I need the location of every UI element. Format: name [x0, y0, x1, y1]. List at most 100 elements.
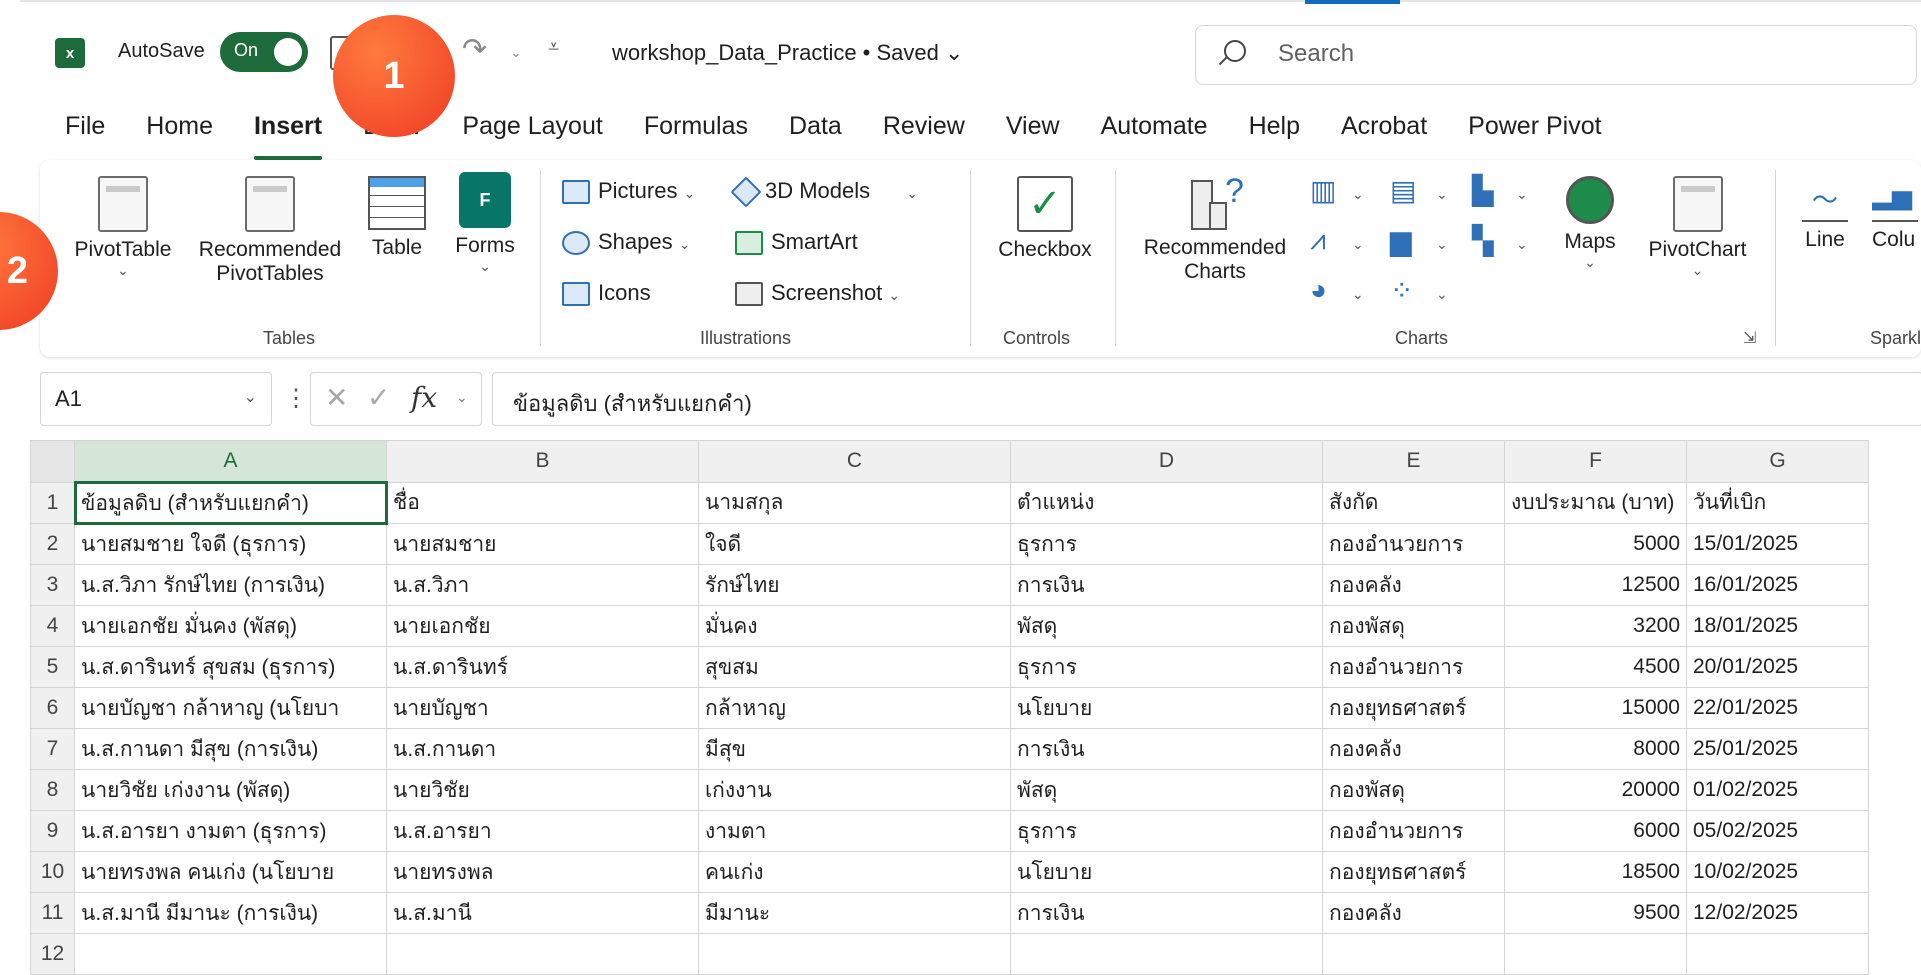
tab-data[interactable]: Data — [789, 112, 842, 152]
row-header[interactable]: 10 — [30, 851, 75, 893]
row-header[interactable]: 4 — [30, 605, 75, 647]
row-header[interactable]: 12 — [30, 933, 75, 975]
cell-a2[interactable]: นายสมชาย ใจดี (ธุรการ) — [74, 523, 387, 565]
chevron-down-icon[interactable]: ⌄ — [1436, 286, 1448, 303]
column-header-a[interactable]: A — [74, 440, 387, 483]
maps-button[interactable]: Maps ⌄ — [1550, 176, 1630, 271]
cell-d1[interactable]: ตำแหน่ง — [1010, 481, 1323, 524]
cell-a3[interactable]: น.ส.วิภา รักษ์ไทย (การเงิน) — [74, 564, 387, 606]
cell-b9[interactable]: น.ส.อารยา — [386, 810, 699, 852]
cell-g7[interactable]: 25/01/2025 — [1686, 728, 1869, 770]
tab-help[interactable]: Help — [1249, 112, 1300, 152]
forms-button[interactable]: F Forms ⌄ — [445, 172, 525, 275]
insert-function-icon[interactable]: fx — [411, 381, 437, 414]
cell-e9[interactable]: กองอำนวยการ — [1322, 810, 1505, 852]
cell-a12[interactable] — [74, 933, 387, 975]
cell-b5[interactable]: น.ส.ดารินทร์ — [386, 646, 699, 688]
cell-f12[interactable] — [1504, 933, 1687, 975]
smartart-button[interactable]: SmartArt — [735, 229, 858, 256]
cell-e2[interactable]: กองอำนวยการ — [1322, 523, 1505, 565]
3d-models-button[interactable]: 3D Models ⌄ — [730, 176, 918, 208]
recommended-charts-button[interactable]: ? Recommended Charts — [1130, 172, 1300, 284]
cell-c6[interactable]: กล้าหาญ — [698, 687, 1011, 729]
cell-g6[interactable]: 22/01/2025 — [1686, 687, 1869, 729]
cell-d10[interactable]: นโยบาย — [1010, 851, 1323, 893]
cell-g5[interactable]: 20/01/2025 — [1686, 646, 1869, 688]
cell-a9[interactable]: น.ส.อารยา งามตา (ธุรการ) — [74, 810, 387, 852]
cell-d8[interactable]: พัสดุ — [1010, 769, 1323, 811]
icons-button[interactable]: Icons — [562, 280, 651, 307]
tab-formulas[interactable]: Formulas — [644, 112, 748, 152]
cell-d9[interactable]: ธุรการ — [1010, 810, 1323, 852]
cell-e7[interactable]: กองคลัง — [1322, 728, 1505, 770]
cell-b7[interactable]: น.ส.กานดา — [386, 728, 699, 770]
column-header-g[interactable]: G — [1686, 440, 1869, 483]
cell-g1[interactable]: วันที่เบิก — [1686, 481, 1869, 524]
cell-f11[interactable]: 9500 — [1504, 892, 1687, 934]
cell-d5[interactable]: ธุรการ — [1010, 646, 1323, 688]
cell-e5[interactable]: กองอำนวยการ — [1322, 646, 1505, 688]
cell-f1[interactable]: งบประมาณ (บาท) — [1504, 481, 1687, 524]
cell-e6[interactable]: กองยุทธศาสตร์ — [1322, 687, 1505, 729]
cell-b2[interactable]: นายสมชาย — [386, 523, 699, 565]
cell-e12[interactable] — [1322, 933, 1505, 975]
row-header[interactable]: 11 — [30, 892, 75, 934]
cell-d12[interactable] — [1010, 933, 1323, 975]
more-options-icon[interactable]: ⋮ — [284, 384, 308, 413]
tab-view[interactable]: View — [1006, 112, 1060, 152]
cell-f3[interactable]: 12500 — [1504, 564, 1687, 606]
cell-b4[interactable]: นายเอกชัย — [386, 605, 699, 647]
pictures-button[interactable]: Pictures ⌄ — [562, 178, 695, 205]
tab-home[interactable]: Home — [146, 112, 213, 152]
cell-a1[interactable]: ข้อมูลดิบ (สำหรับแยกคำ) — [73, 481, 388, 525]
pie-chart-icon[interactable]: ◕ — [1310, 274, 1327, 306]
name-box[interactable]: A1 ⌄ — [40, 372, 272, 426]
cell-b3[interactable]: น.ส.วิภา — [386, 564, 699, 606]
cell-d6[interactable]: นโยบาย — [1010, 687, 1323, 729]
cell-d4[interactable]: พัสดุ — [1010, 605, 1323, 647]
redo-dropdown-icon[interactable]: ⌄ — [510, 44, 522, 61]
select-all-corner[interactable] — [30, 440, 75, 483]
cell-a6[interactable]: นายบัญชา กล้าหาญ (นโยบา — [74, 687, 387, 729]
cell-f6[interactable]: 15000 — [1504, 687, 1687, 729]
cell-e4[interactable]: กองพัสดุ — [1322, 605, 1505, 647]
cell-f7[interactable]: 8000 — [1504, 728, 1687, 770]
scatter-chart-icon[interactable]: ⁘ — [1390, 274, 1413, 307]
cell-c11[interactable]: มีมานะ — [698, 892, 1011, 934]
cell-g10[interactable]: 10/02/2025 — [1686, 851, 1869, 893]
row-header[interactable]: 3 — [30, 564, 75, 606]
row-header[interactable]: 2 — [30, 523, 75, 565]
cell-g11[interactable]: 12/02/2025 — [1686, 892, 1869, 934]
pivotchart-button[interactable]: PivotChart ⌄ — [1640, 176, 1755, 279]
cell-b10[interactable]: นายทรงพล — [386, 851, 699, 893]
cell-g2[interactable]: 15/01/2025 — [1686, 523, 1869, 565]
formula-input[interactable]: ข้อมูลดิบ (สำหรับแยกคำ) — [492, 372, 1921, 426]
cell-b6[interactable]: นายบัญชา — [386, 687, 699, 729]
chevron-down-icon[interactable]: ⌄ — [1436, 186, 1448, 203]
cell-c3[interactable]: รักษ์ไทย — [698, 564, 1011, 606]
cell-b8[interactable]: นายวิชัย — [386, 769, 699, 811]
search-input[interactable]: Search — [1195, 25, 1917, 85]
cell-f8[interactable]: 20000 — [1504, 769, 1687, 811]
cell-d3[interactable]: การเงิน — [1010, 564, 1323, 606]
combo-chart-icon[interactable]: ▚ — [1472, 224, 1494, 257]
enter-check-icon[interactable]: ✓ — [367, 381, 390, 414]
cell-e11[interactable]: กองคลัง — [1322, 892, 1505, 934]
cell-g3[interactable]: 16/01/2025 — [1686, 564, 1869, 606]
cell-a7[interactable]: น.ส.กานดา มีสุข (การเงิน) — [74, 728, 387, 770]
chevron-down-icon[interactable]: ⌄ — [456, 389, 468, 406]
cell-g8[interactable]: 01/02/2025 — [1686, 769, 1869, 811]
column-header-e[interactable]: E — [1322, 440, 1505, 483]
row-header[interactable]: 6 — [30, 687, 75, 729]
column-header-c[interactable]: C — [698, 440, 1011, 483]
cell-d2[interactable]: ธุรการ — [1010, 523, 1323, 565]
cell-b1[interactable]: ชื่อ — [386, 481, 699, 524]
cell-c7[interactable]: มีสุข — [698, 728, 1011, 770]
cell-c1[interactable]: นามสกุล — [698, 481, 1011, 524]
line-chart-icon[interactable]: ⩘ — [1310, 224, 1326, 257]
tab-power-pivot[interactable]: Power Pivot — [1468, 112, 1601, 152]
cell-f2[interactable]: 5000 — [1504, 523, 1687, 565]
cell-a10[interactable]: นายทรงพล คนเก่ง (นโยบาย — [74, 851, 387, 893]
cell-g9[interactable]: 05/02/2025 — [1686, 810, 1869, 852]
chevron-down-icon[interactable]: ⌄ — [1352, 286, 1364, 303]
